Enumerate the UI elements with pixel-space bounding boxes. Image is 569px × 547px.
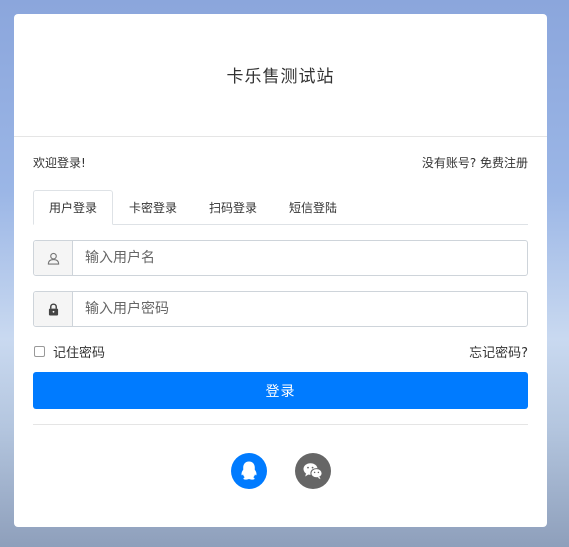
wechat-icon — [303, 463, 323, 480]
forgot-password-link[interactable]: 忘记密码? — [469, 342, 528, 361]
user-icon — [34, 241, 73, 275]
card-body: 欢迎登录! 没有账号? 免费注册 用户登录 卡密登录 扫码登录 短信登陆 输入用… — [14, 154, 547, 489]
welcome-text: 欢迎登录! — [33, 156, 86, 170]
register-link[interactable]: 没有账号? 免费注册 — [422, 154, 528, 171]
tab-card-login[interactable]: 卡密登录 — [113, 190, 193, 225]
divider — [33, 424, 528, 425]
tab-qrcode-login[interactable]: 扫码登录 — [193, 190, 273, 225]
password-input[interactable] — [73, 292, 527, 326]
qq-icon — [241, 461, 256, 480]
remember-me[interactable]: 记住密码 — [33, 342, 105, 361]
username-group — [33, 240, 528, 276]
login-tabs: 用户登录 卡密登录 扫码登录 短信登陆 — [33, 190, 528, 225]
login-card: 卡乐售测试站 欢迎登录! 没有账号? 免费注册 用户登录 卡密登录 扫码登录 短… — [14, 14, 547, 527]
username-input[interactable] — [73, 241, 527, 275]
social-login — [33, 453, 528, 489]
welcome-row: 欢迎登录! 没有账号? 免费注册 — [33, 154, 528, 171]
lock-icon — [34, 292, 73, 326]
tab-user-login[interactable]: 用户登录 — [33, 190, 114, 225]
tab-sms-login[interactable]: 短信登陆 — [273, 190, 353, 225]
login-button[interactable]: 登录 — [33, 372, 528, 409]
wechat-login-button[interactable] — [294, 453, 331, 489]
remember-checkbox[interactable] — [34, 345, 45, 357]
card-header: 卡乐售测试站 — [14, 14, 547, 137]
remember-label: 记住密码 — [53, 345, 106, 361]
qq-login-button[interactable] — [230, 453, 267, 489]
options-row: 记住密码 忘记密码? — [33, 341, 528, 361]
password-group — [33, 291, 528, 327]
site-title: 卡乐售测试站 — [226, 66, 335, 87]
